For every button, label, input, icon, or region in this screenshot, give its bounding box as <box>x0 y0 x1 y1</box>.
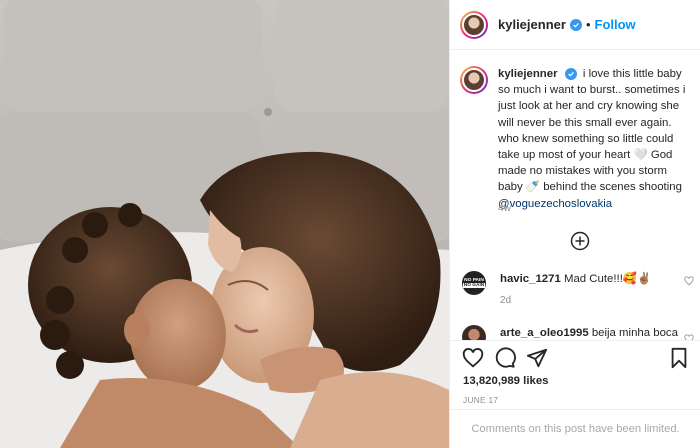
avatar-image <box>462 12 486 37</box>
verified-badge-icon <box>564 68 577 80</box>
bookmark-icon[interactable] <box>668 347 690 369</box>
caption-age: 4w <box>498 203 512 214</box>
author-avatar[interactable] <box>460 10 488 39</box>
photo-illustration <box>0 0 449 448</box>
post-actions-bar <box>462 347 690 373</box>
comment-like-heart-icon[interactable] <box>684 276 694 286</box>
commenter-avatar[interactable]: NO PAIN NO GAIN <box>462 271 486 295</box>
caption-text: i love this little baby so much i want t… <box>498 68 686 194</box>
comment-item: NO PAIN NO GAIN havic_1271 Mad Cute!!!🥰✌… <box>462 271 694 306</box>
verified-badge-icon <box>569 18 582 31</box>
post-date: JUNE 17 <box>463 395 499 405</box>
post-caption: kyliejenner i love this little baby so m… <box>460 66 692 212</box>
post-side-panel: kyliejenner • Follow kyliejenner i love … <box>449 0 700 448</box>
commenter-username[interactable]: arte_a_oleo1995 <box>500 327 589 339</box>
post-header: kyliejenner • Follow <box>450 0 700 50</box>
heart-icon[interactable] <box>462 347 484 369</box>
comment-text: beija minha boca <box>591 327 678 339</box>
actions-divider <box>450 340 700 341</box>
comment-text: Mad Cute!!!🥰✌🏽 <box>563 273 652 285</box>
caption-author-avatar[interactable] <box>460 66 488 94</box>
comment-bubble-icon[interactable] <box>494 347 516 369</box>
plus-circle-icon[interactable] <box>570 231 590 251</box>
caption-text-block: kyliejenner i love this little baby so m… <box>498 66 692 212</box>
follow-button[interactable]: Follow <box>595 17 636 32</box>
separator-dot: • <box>585 17 591 32</box>
comment-age: 2d <box>500 295 512 306</box>
commenter-username[interactable]: havic_1271 <box>500 273 561 285</box>
paper-plane-icon[interactable] <box>526 347 548 369</box>
caption-username[interactable]: kyliejenner <box>498 68 558 80</box>
author-username[interactable]: kyliejenner <box>498 17 566 32</box>
avatar-image <box>462 68 486 92</box>
caption-mention-link[interactable]: @voguezechoslovakia <box>498 198 612 210</box>
avatar-text-bottom: NO GAIN <box>462 283 486 288</box>
post-photo[interactable] <box>0 0 449 448</box>
comments-limited-notice: Comments on this post have been limited. <box>450 409 700 448</box>
comment-text-block: havic_1271 Mad Cute!!!🥰✌🏽 <box>500 271 694 287</box>
comment-text-block: arte_a_oleo1995 beija minha boca <box>500 325 694 340</box>
commenter-avatar[interactable] <box>462 325 486 340</box>
comment-item: arte_a_oleo1995 beija minha boca <box>462 325 694 340</box>
likes-count[interactable]: 13,820,989 likes <box>463 375 549 387</box>
